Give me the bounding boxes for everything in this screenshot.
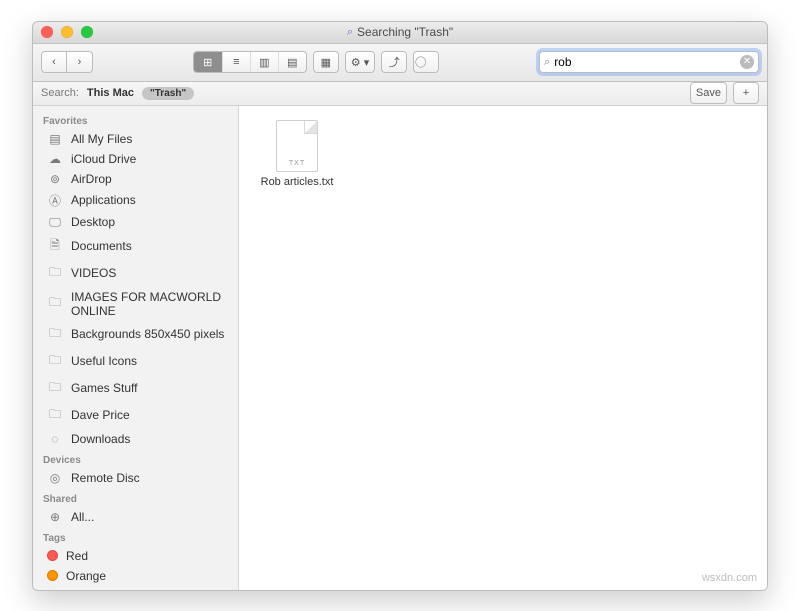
sidebar-item-icon: ☁︎ <box>47 152 63 166</box>
view-list-button[interactable]: ≡ <box>222 52 250 72</box>
sidebar-item-icon: ⊚ <box>47 172 63 186</box>
titlebar: ⌕ Searching "Trash" <box>33 22 767 44</box>
view-icon-button[interactable]: ⊞ <box>194 52 222 72</box>
watermark: wsxdn.com <box>702 572 757 584</box>
tag-dot-icon <box>47 570 58 581</box>
sidebar-item[interactable]: 🗀 VIDEOS <box>33 260 238 287</box>
sidebar-item-label: All My Files <box>71 132 132 146</box>
nav-group: ‹ › <box>41 51 93 73</box>
sidebar-item-label: Applications <box>71 193 136 207</box>
search-icon: ⌕ <box>544 56 550 69</box>
sidebar-section-header: Tags <box>33 527 238 546</box>
sidebar-item[interactable]: 🗀 IMAGES FOR MACWORLD ONLINE <box>33 287 238 321</box>
sidebar-item[interactable]: 🗀 Backgrounds 850x450 pixels <box>33 321 238 348</box>
sidebar-item-label: Yellow <box>66 589 100 590</box>
sidebar-item-label: AirDrop <box>71 172 112 186</box>
sidebar-item-icon: 🗀 <box>47 293 63 314</box>
sidebar-item[interactable]: Orange <box>33 566 238 586</box>
sidebar-item[interactable]: ▤ All My Files <box>33 129 238 149</box>
sidebar-item-label: Downloads <box>71 432 130 446</box>
sidebar-section-header: Shared <box>33 488 238 507</box>
sidebar-item-icon: ▤ <box>47 132 63 146</box>
sidebar-item-icon: Ⓐ <box>47 192 63 209</box>
sidebar-item-label: Red <box>66 549 88 563</box>
tag-dot-icon <box>47 550 58 561</box>
sidebar-item-icon: ◌ <box>47 432 63 446</box>
search-scope-bar: Search: This Mac "Trash" Save + <box>33 82 767 106</box>
action-menu-button[interactable]: ⚙︎ ▾ <box>345 51 375 73</box>
sidebar-item-icon: ◎ <box>47 471 63 485</box>
search-folder-icon: ⌕ <box>347 26 353 39</box>
tags-button[interactable]: ⃝ <box>413 51 439 73</box>
main-area: Favorites ▤ All My Files ☁︎ iCloud Drive ⊚ Air… <box>33 106 767 590</box>
sidebar-item[interactable]: 🗎 Documents <box>33 233 238 260</box>
sidebar-item-label: Games Stuff <box>71 381 137 395</box>
sidebar-item-icon: 🗀 <box>47 351 63 372</box>
sidebar: Favorites ▤ All My Files ☁︎ iCloud Drive ⊚ Air… <box>33 106 239 590</box>
search-field[interactable]: ⌕ ✕ <box>539 51 759 73</box>
arrange-button[interactable]: ▦ <box>313 51 339 73</box>
save-search-button[interactable]: Save <box>690 82 727 104</box>
sidebar-item[interactable]: Ⓐ Applications <box>33 189 238 212</box>
sidebar-item-label: Remote Disc <box>71 471 140 485</box>
scope-label: Search: <box>41 87 79 99</box>
sidebar-item[interactable]: ◌ Downloads <box>33 429 238 449</box>
sidebar-item-icon: 🗎 <box>47 236 63 257</box>
sidebar-item[interactable]: ⊕ All... <box>33 507 238 527</box>
sidebar-item-label: Useful Icons <box>71 354 137 368</box>
sidebar-item[interactable]: 🗀 Games Stuff <box>33 375 238 402</box>
share-button[interactable]: ⤴ <box>381 51 407 73</box>
view-column-button[interactable]: ▥ <box>250 52 278 72</box>
file-ext-label: TXT <box>277 160 317 167</box>
sidebar-item[interactable]: ◎ Remote Disc <box>33 468 238 488</box>
forward-button[interactable]: › <box>67 51 93 73</box>
sidebar-item[interactable]: 🖵 Desktop <box>33 212 238 233</box>
toolbar: ‹ › ⊞ ≡ ▥ ▤ ▦ ⚙︎ ▾ ⤴ ⃝ ⌕ ✕ <box>33 44 767 82</box>
file-icon: TXT <box>276 120 318 172</box>
sidebar-item-label: iCloud Drive <box>71 152 136 166</box>
sidebar-section-header: Devices <box>33 449 238 468</box>
file-name: Rob articles.txt <box>259 176 335 188</box>
sidebar-item-label: Orange <box>66 569 106 583</box>
sidebar-item-label: All... <box>71 510 94 524</box>
sidebar-item-label: Desktop <box>71 215 115 229</box>
finder-window: ⌕ Searching "Trash" ‹ › ⊞ ≡ ▥ ▤ ▦ ⚙︎ ▾ ⤴… <box>32 21 768 591</box>
sidebar-item-label: Backgrounds 850x450 pixels <box>71 327 224 341</box>
content-area[interactable]: TXT Rob articles.txt <box>239 106 767 590</box>
sidebar-item-label: VIDEOS <box>71 266 116 280</box>
sidebar-item[interactable]: Red <box>33 546 238 566</box>
sidebar-item[interactable]: 🗀 Useful Icons <box>33 348 238 375</box>
view-gallery-button[interactable]: ▤ <box>278 52 306 72</box>
scope-trash-pill[interactable]: "Trash" <box>142 87 194 100</box>
view-switcher: ⊞ ≡ ▥ ▤ <box>193 51 307 73</box>
file-item[interactable]: TXT Rob articles.txt <box>259 120 335 188</box>
sidebar-item-label: Documents <box>71 239 132 253</box>
window-title: ⌕ Searching "Trash" <box>33 25 767 39</box>
sidebar-item[interactable]: ☁︎ iCloud Drive <box>33 149 238 169</box>
back-button[interactable]: ‹ <box>41 51 67 73</box>
sidebar-item-icon: 🗀 <box>47 324 63 345</box>
window-title-text: Searching "Trash" <box>357 25 453 39</box>
sidebar-item-icon: 🖵 <box>47 215 63 230</box>
sidebar-item[interactable]: Yellow <box>33 586 238 590</box>
sidebar-item-icon: ⊕ <box>47 510 63 524</box>
sidebar-section-header: Favorites <box>33 110 238 129</box>
sidebar-item-label: IMAGES FOR MACWORLD ONLINE <box>71 290 228 318</box>
sidebar-item-icon: 🗀 <box>47 263 63 284</box>
sidebar-item[interactable]: ⊚ AirDrop <box>33 169 238 189</box>
sidebar-item-label: Dave Price <box>71 408 130 422</box>
search-input[interactable] <box>554 55 740 69</box>
clear-search-icon[interactable]: ✕ <box>740 55 754 69</box>
add-criteria-button[interactable]: + <box>733 82 759 104</box>
sidebar-item-icon: 🗀 <box>47 405 63 426</box>
sidebar-item-icon: 🗀 <box>47 378 63 399</box>
sidebar-item[interactable]: 🗀 Dave Price <box>33 402 238 429</box>
scope-this-mac[interactable]: This Mac <box>87 87 134 99</box>
